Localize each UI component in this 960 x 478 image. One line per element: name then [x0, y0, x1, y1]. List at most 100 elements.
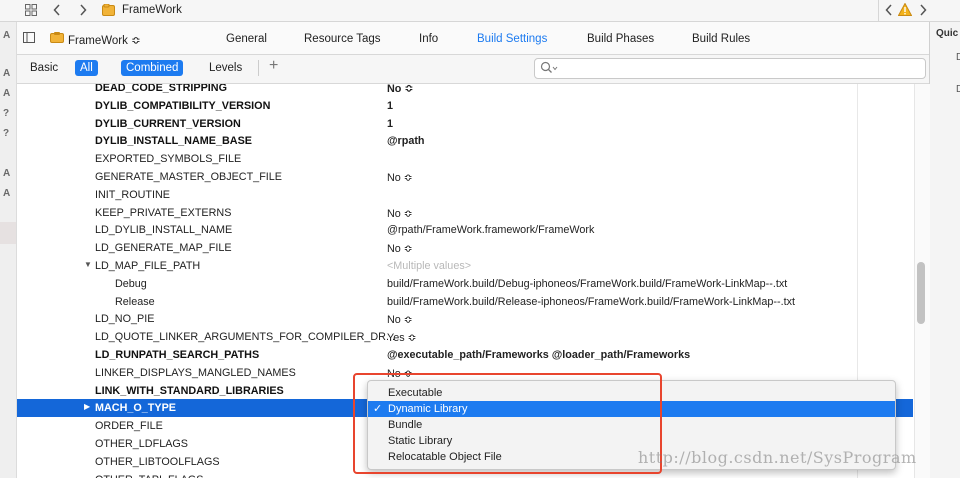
tab-build-phases[interactable]: Build Phases: [587, 33, 654, 45]
disclosure-expanded-icon[interactable]: ▼: [84, 260, 92, 269]
disclosure-collapsed-icon[interactable]: ▶: [84, 402, 90, 411]
setting-row[interactable]: DEAD_CODE_STRIPPING No ≎: [17, 84, 913, 97]
sidebar-toggle-icon[interactable]: [23, 32, 35, 46]
setting-row[interactable]: LD_QUOTE_LINKER_ARGUMENTS_FOR_COMPILER_D…: [17, 328, 913, 346]
warning-icon[interactable]: [897, 2, 913, 19]
setting-row[interactable]: DYLIB_CURRENT_VERSION 1: [17, 115, 913, 133]
setting-name: ORDER_FILE: [95, 420, 163, 433]
setting-row[interactable]: GENERATE_MASTER_OBJECT_FILE No ≎: [17, 168, 913, 186]
navigation-bar: FrameWork: [0, 0, 960, 22]
setting-row[interactable]: DYLIB_INSTALL_NAME_BASE @rpath: [17, 132, 913, 150]
tab-general[interactable]: General: [226, 33, 267, 45]
setting-name: OTHER_LDFLAGS: [95, 438, 188, 450]
target-icon: [50, 32, 64, 46]
setting-name: LINK_WITH_STANDARD_LIBRARIES: [95, 384, 284, 397]
setting-value[interactable]: @executable_path/Frameworks @loader_path…: [387, 349, 690, 361]
setting-name: LD_MAP_FILE_PATH: [95, 260, 201, 272]
setting-name: LD_NO_PIE: [95, 313, 155, 326]
add-setting-button[interactable]: +: [269, 57, 278, 75]
setting-value[interactable]: Yes ≎: [387, 331, 417, 344]
tab-build-settings[interactable]: Build Settings: [477, 33, 547, 45]
inspector-item: D: [956, 52, 960, 63]
gutter-mark: A: [3, 188, 11, 199]
setting-name: MACH_O_TYPE: [95, 402, 176, 415]
filter-bar: Basic All Combined Levels +: [17, 55, 929, 84]
gutter-mark: A: [3, 30, 11, 41]
file-icon: [102, 3, 115, 19]
tab-info[interactable]: Info: [419, 33, 438, 45]
inspector-item: D: [956, 84, 960, 95]
setting-name: DEAD_CODE_STRIPPING: [95, 84, 227, 94]
gutter-mark: ?: [3, 128, 10, 139]
levels-view-button[interactable]: Levels: [204, 60, 247, 76]
setting-value[interactable]: @rpath: [387, 135, 425, 147]
gutter-mark: A: [3, 168, 11, 179]
setting-name: LD_DYLIB_INSTALL_NAME: [95, 224, 233, 237]
setting-value[interactable]: 1: [387, 100, 393, 112]
setting-value[interactable]: No ≎: [387, 84, 413, 95]
setting-name: OTHER_LIBTOOLFLAGS: [95, 455, 220, 468]
search-field[interactable]: [534, 58, 926, 79]
grid-icon[interactable]: [22, 2, 40, 18]
setting-name: LD_QUOTE_LINKER_ARGUMENTS_FOR_COMPILER_D…: [95, 331, 395, 344]
setting-row[interactable]: DYLIB_COMPATIBILITY_VERSION 1: [17, 97, 913, 115]
inspector-title: Quic: [936, 28, 959, 39]
gutter-mark: A: [3, 88, 11, 99]
setting-row[interactable]: INIT_ROUTINE: [17, 186, 913, 204]
issue-forward-icon[interactable]: [914, 2, 932, 18]
setting-name: Debug: [115, 277, 147, 290]
setting-row[interactable]: LD_GENERATE_MAP_FILE No ≎: [17, 239, 913, 257]
setting-value[interactable]: <Multiple values>: [387, 260, 471, 272]
basic-filter-button[interactable]: Basic: [25, 60, 63, 76]
setting-name: LD_GENERATE_MAP_FILE: [95, 242, 232, 255]
setting-name: DYLIB_INSTALL_NAME_BASE: [95, 135, 252, 148]
editor-tab-bar: FrameWork ≎ General Resource Tags Info B…: [17, 22, 929, 55]
setting-name: DYLIB_CURRENT_VERSION: [95, 117, 241, 130]
watermark-text: http://blog.csdn.net/SysProgram: [638, 448, 917, 467]
setting-name: DYLIB_COMPATIBILITY_VERSION: [95, 99, 271, 112]
setting-name: INIT_ROUTINE: [95, 188, 170, 201]
breadcrumb-title[interactable]: FrameWork: [122, 4, 182, 16]
setting-value[interactable]: build/FrameWork.build/Debug-iphoneos/Fra…: [387, 278, 787, 290]
setting-row[interactable]: LD_DYLIB_INSTALL_NAME @rpath/FrameWork.fr…: [17, 221, 913, 239]
setting-name: Release: [115, 295, 155, 308]
combined-view-button[interactable]: Combined: [121, 60, 184, 76]
tab-resource-tags[interactable]: Resource Tags: [304, 33, 381, 45]
source-control-gutter: A A A ? ? A A: [0, 22, 17, 478]
setting-row[interactable]: EXPORTED_SYMBOLS_FILE: [17, 150, 913, 168]
back-arrow-icon[interactable]: [48, 2, 66, 18]
divider: [878, 0, 879, 21]
search-icon: [540, 61, 558, 78]
setting-row[interactable]: Release build/FrameWork.build/Release-iph…: [17, 293, 913, 311]
setting-value[interactable]: 1: [387, 118, 393, 130]
setting-value[interactable]: @rpath/FrameWork.framework/FrameWork: [387, 224, 594, 236]
setting-row[interactable]: ▼ LD_MAP_FILE_PATH <Multiple values>: [17, 257, 913, 275]
setting-value[interactable]: build/FrameWork.build/Release-iphoneos/F…: [387, 296, 795, 308]
scrollbar-thumb[interactable]: [917, 262, 925, 324]
setting-value[interactable]: No ≎: [387, 313, 413, 326]
annotation-highlight-box: [353, 373, 662, 474]
setting-name: EXPORTED_SYMBOLS_FILE: [95, 153, 242, 166]
quick-help-inspector: Quic D D: [929, 22, 960, 478]
all-filter-button[interactable]: All: [75, 60, 98, 76]
setting-row[interactable]: LD_RUNPATH_SEARCH_PATHS @executable_path/…: [17, 346, 913, 364]
setting-name: GENERATE_MASTER_OBJECT_FILE: [95, 171, 282, 183]
chevron-updown-icon: ≎: [131, 35, 141, 47]
setting-value[interactable]: No ≎: [387, 207, 413, 220]
divider: [258, 60, 259, 76]
setting-row[interactable]: LD_NO_PIE No ≎: [17, 310, 913, 328]
forward-arrow-icon[interactable]: [74, 2, 92, 18]
issue-back-icon[interactable]: [880, 2, 898, 18]
setting-name: LD_RUNPATH_SEARCH_PATHS: [95, 349, 260, 361]
gutter-mark: ?: [3, 108, 10, 119]
setting-row[interactable]: KEEP_PRIVATE_EXTERNS No ≎: [17, 204, 913, 222]
target-label: FrameWork: [68, 35, 128, 47]
target-selector[interactable]: FrameWork ≎: [68, 33, 141, 47]
gutter-mark: A: [3, 68, 11, 79]
setting-name: KEEP_PRIVATE_EXTERNS: [95, 206, 232, 219]
tab-build-rules[interactable]: Build Rules: [692, 33, 750, 45]
setting-row[interactable]: Debug build/FrameWork.build/Debug-iphoneo…: [17, 275, 913, 293]
setting-value[interactable]: No ≎: [387, 242, 413, 255]
setting-value[interactable]: No ≎: [387, 171, 413, 184]
setting-name: OTHER_TAPI_FLAGS: [95, 474, 203, 478]
